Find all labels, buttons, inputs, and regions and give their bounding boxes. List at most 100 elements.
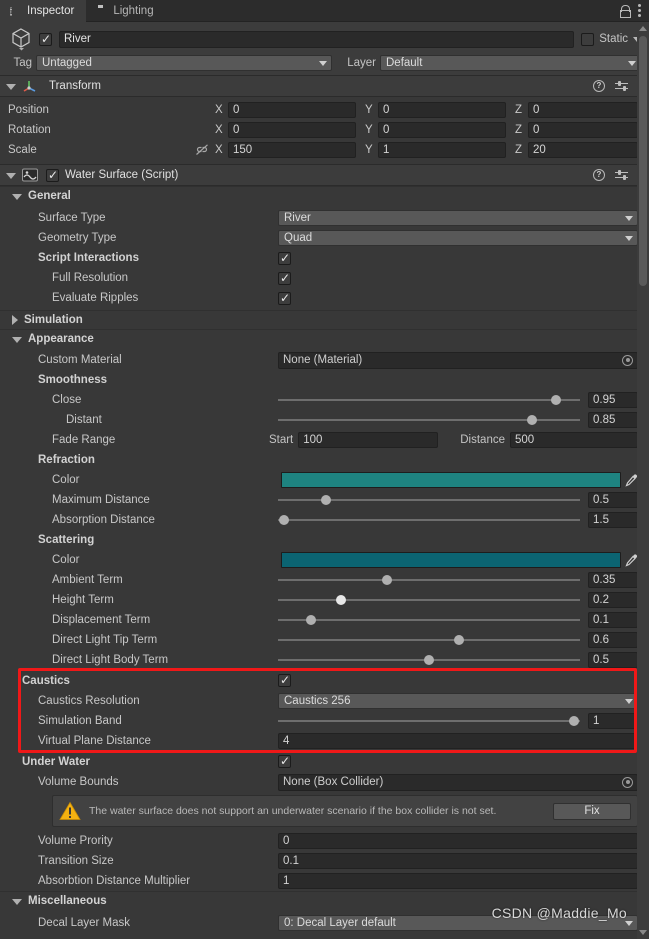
direct-light-tip-slider[interactable] [278,632,580,648]
general-foldout-icon[interactable] [12,194,22,200]
script-interactions-checkbox[interactable] [278,251,291,265]
scattering-color-swatch[interactable] [281,552,621,568]
layer-dropdown[interactable]: Default [380,55,641,71]
static-checkbox[interactable] [581,32,595,46]
scale-y-input[interactable]: 1 [378,142,506,158]
volume-priority-input[interactable]: 0 [278,833,638,849]
simulation-foldout-icon[interactable] [12,315,18,325]
transition-size-label: Transition Size [38,855,114,867]
geometry-type-dropdown[interactable]: Quad [278,230,638,246]
caustics-checkbox[interactable] [278,673,291,687]
absorption-distance-slider[interactable] [278,512,580,528]
rotation-y-input[interactable]: 0 [378,122,506,138]
displacement-term-slider[interactable] [278,612,580,628]
maximum-distance-label: Maximum Distance [52,494,150,506]
preset-icon[interactable] [615,169,628,181]
kebab-menu-icon[interactable] [638,4,641,17]
inspector-window: i Inspector Lighting River [0,0,649,939]
simulation-band-slider[interactable] [278,713,580,729]
tag-dropdown[interactable]: Untagged [36,55,332,71]
scrollbar-thumb[interactable] [639,36,647,286]
volume-bounds-objectfield[interactable]: None (Box Collider) [278,773,638,791]
water-surface-component-header[interactable]: Water Surface (Script) ? [0,164,649,186]
section-general[interactable]: General [0,186,649,205]
transform-row-position: Position X 0 Y 0 Z 0 [0,100,649,120]
scroll-up-arrow-icon[interactable] [639,26,647,31]
miscellaneous-foldout-icon[interactable] [12,899,22,905]
close-slider[interactable] [278,392,580,408]
axis-y-label: Y [365,104,373,116]
maximum-distance-input[interactable]: 0.5 [588,492,638,508]
rotation-z-input[interactable]: 0 [528,122,638,138]
ambient-term-input[interactable]: 0.35 [588,572,638,588]
gameobject-name-input[interactable]: River [59,30,575,48]
section-simulation[interactable]: Simulation [0,310,649,329]
ambient-term-slider[interactable] [278,572,580,588]
caustics-resolution-dropdown[interactable]: Caustics 256 [278,693,638,709]
tag-label: Tag [13,57,32,69]
water-surface-foldout-icon[interactable] [6,173,16,179]
virtual-plane-input[interactable]: 4 [278,733,638,749]
row-volume-bounds: Volume Bounds None (Box Collider) [0,772,649,792]
fade-start-input[interactable]: 100 [298,432,439,448]
help-icon[interactable]: ? [593,80,605,92]
tab-lighting[interactable]: Lighting [86,0,165,22]
fade-distance-input[interactable]: 500 [510,432,638,448]
scattering-label: Scattering [38,534,95,546]
absorption-distance-input[interactable]: 1.5 [588,512,638,528]
caustics-resolution-value: Caustics 256 [284,695,351,707]
full-resolution-checkbox[interactable] [278,271,291,285]
evaluate-ripples-checkbox[interactable] [278,291,291,305]
row-simulation-band: Simulation Band 1 [0,711,649,731]
height-term-input[interactable]: 0.2 [588,592,638,608]
position-y-input[interactable]: 0 [378,102,506,118]
fix-button[interactable]: Fix [553,802,631,820]
help-icon[interactable]: ? [593,169,605,181]
position-z-input[interactable]: 0 [528,102,638,118]
absorption-multiplier-input[interactable]: 1 [278,873,638,889]
transform-component-header[interactable]: Transform ? [0,75,649,97]
scale-z-input[interactable]: 20 [528,142,638,158]
water-surface-enabled-checkbox[interactable] [46,168,59,182]
position-x-input[interactable]: 0 [228,102,356,118]
distant-slider[interactable] [278,412,580,428]
under-water-checkbox[interactable] [278,754,291,768]
simulation-band-input[interactable]: 1 [588,713,638,729]
row-volume-priority: Volume Prority 0 [0,831,649,851]
script-icon [22,168,38,182]
gameobject-enabled-checkbox[interactable] [39,32,52,46]
custom-material-objectfield[interactable]: None (Material) [278,351,638,369]
refraction-color-swatch[interactable] [281,472,621,488]
direct-light-tip-input[interactable]: 0.6 [588,632,638,648]
maximum-distance-slider[interactable] [278,492,580,508]
close-value-input[interactable]: 0.95 [588,392,638,408]
appearance-foldout-icon[interactable] [12,337,22,343]
decal-layer-mask-value: 0: Decal Layer default [284,917,396,929]
scale-unlink-icon[interactable] [195,144,209,156]
virtual-plane-label: Virtual Plane Distance [38,735,151,747]
layer-value: Default [386,57,423,69]
vertical-scrollbar[interactable] [637,22,649,939]
simulation-label: Simulation [24,314,83,326]
object-picker-icon[interactable] [622,776,633,788]
scale-x-input[interactable]: 150 [228,142,356,158]
displacement-term-input[interactable]: 0.1 [588,612,638,628]
direct-light-body-slider[interactable] [278,652,580,668]
caustics-resolution-label: Caustics Resolution [38,695,140,707]
transition-size-input[interactable]: 0.1 [278,853,638,869]
section-appearance[interactable]: Appearance [0,329,649,348]
height-term-slider[interactable] [278,592,580,608]
rotation-x-input[interactable]: 0 [228,122,356,138]
transform-foldout-icon[interactable] [6,84,16,90]
distant-value-input[interactable]: 0.85 [588,412,638,428]
object-picker-icon[interactable] [622,354,633,366]
surface-type-dropdown[interactable]: River [278,210,638,226]
axis-z-label: Z [515,124,523,136]
preset-icon[interactable] [615,80,628,92]
full-resolution-label: Full Resolution [52,272,129,284]
row-maximum-distance: Maximum Distance 0.5 [0,490,649,510]
tab-inspector[interactable]: i Inspector [0,0,87,22]
direct-light-body-input[interactable]: 0.5 [588,652,638,668]
lock-icon[interactable] [620,5,631,18]
scroll-down-arrow-icon[interactable] [639,930,647,935]
